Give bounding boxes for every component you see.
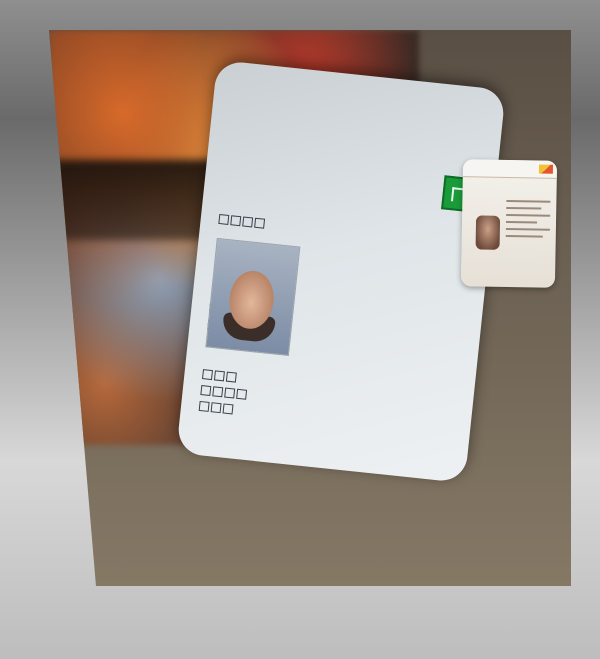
- checkbox-icon: [224, 387, 236, 399]
- text-line: [506, 199, 551, 203]
- checkbox-icon: [198, 400, 210, 412]
- text-line: [505, 234, 544, 238]
- checkbox-group: [200, 385, 248, 400]
- checkbox-icon: [201, 369, 213, 381]
- id-card-main: [176, 59, 506, 484]
- checkbox-group: [201, 369, 237, 383]
- checkbox-icon: [230, 215, 242, 227]
- checkbox-icon: [213, 370, 225, 382]
- text-line: [505, 227, 550, 231]
- checkbox-icon: [222, 403, 234, 415]
- checkbox-icon: [242, 216, 254, 228]
- checkbox-icon: [218, 213, 230, 225]
- small-card-text-lines: [505, 199, 551, 243]
- checkbox-icon: [212, 386, 224, 398]
- text-line: [506, 213, 551, 217]
- checkbox-icon: [254, 217, 266, 229]
- portrait-photo: [205, 237, 301, 357]
- photo-scene: [0, 0, 600, 659]
- checkbox-group: [218, 213, 266, 229]
- checkbox-group: [198, 400, 234, 415]
- checkbox-icon: [200, 385, 212, 397]
- card-subtitle: [196, 435, 449, 462]
- checkbox-icon: [236, 388, 248, 400]
- flag-icon: [538, 164, 554, 174]
- id-card-small: [460, 159, 558, 288]
- text-line: [506, 206, 542, 210]
- checkbox-icon: [210, 402, 222, 414]
- small-card-portrait: [475, 215, 501, 250]
- text-line: [506, 220, 537, 224]
- checkbox-icon: [225, 371, 237, 383]
